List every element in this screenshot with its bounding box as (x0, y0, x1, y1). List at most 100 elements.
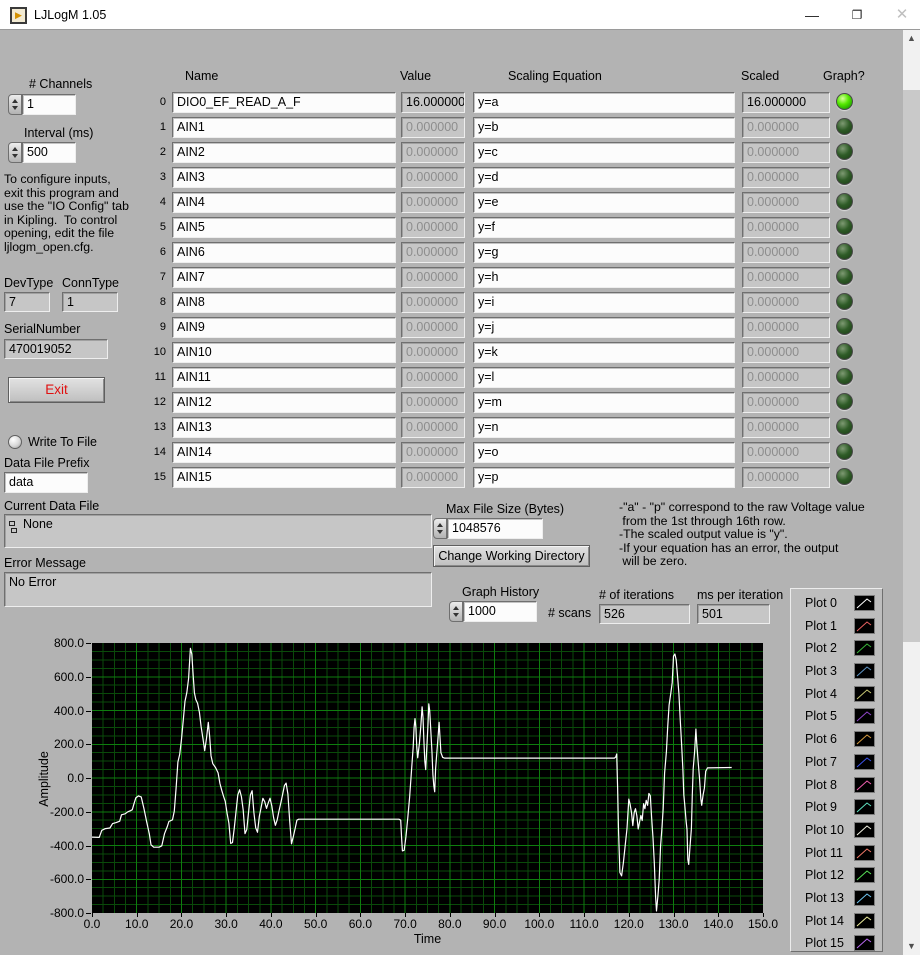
graph-led[interactable] (836, 268, 853, 285)
channel-name-input[interactable]: AIN7 (172, 267, 396, 288)
scaling-equation-input[interactable]: y=g (473, 242, 735, 263)
graph-led[interactable] (836, 193, 853, 210)
maximize-button[interactable]: ❐ (835, 0, 879, 30)
legend-item[interactable]: Plot 12 (791, 865, 882, 888)
channel-name-input[interactable]: AIN10 (172, 342, 396, 363)
scaling-equation-input[interactable]: y=n (473, 417, 735, 438)
channel-name-input[interactable]: AIN13 (172, 417, 396, 438)
max-file-size-stepper[interactable]: 1048576 (433, 518, 543, 539)
channel-name-input[interactable]: AIN15 (172, 467, 396, 488)
channel-name-input[interactable]: AIN4 (172, 192, 396, 213)
devtype-field[interactable]: 7 (4, 292, 50, 312)
write-to-file-radio[interactable] (8, 435, 22, 449)
graph-history-spinner-icon[interactable] (449, 601, 463, 622)
graph-led[interactable] (836, 343, 853, 360)
scaling-equation-input[interactable]: y=e (473, 192, 735, 213)
scaling-equation-input[interactable]: y=h (473, 267, 735, 288)
legend-item[interactable]: Plot 6 (791, 729, 882, 752)
window-scrollbar[interactable]: ▲ ▼ (903, 30, 920, 955)
channel-value-field: 0.000000 (401, 442, 465, 463)
graph-led[interactable] (836, 93, 853, 110)
channels-input[interactable]: 1 (22, 94, 76, 115)
legend-label: Plot 11 (805, 845, 843, 860)
serialnumber-field[interactable]: 470019052 (4, 339, 108, 359)
scroll-up-icon[interactable]: ▲ (903, 30, 920, 47)
scaling-equation-input[interactable]: y=j (473, 317, 735, 338)
path-icon[interactable] (9, 521, 18, 534)
scaling-equation-input[interactable]: y=i (473, 292, 735, 313)
graph-led[interactable] (836, 368, 853, 385)
x-axis-title: Time (413, 932, 442, 946)
legend-item[interactable]: Plot 11 (791, 843, 882, 866)
legend-line-swatch (854, 663, 875, 680)
scaled-value-field: 0.000000 (742, 417, 830, 438)
scaling-equation-input[interactable]: y=c (473, 142, 735, 163)
scaling-equation-input[interactable]: y=o (473, 442, 735, 463)
change-working-directory-button[interactable]: Change Working Directory (433, 545, 590, 567)
conntype-field[interactable]: 1 (62, 292, 118, 312)
scaling-equation-input[interactable]: y=f (473, 217, 735, 238)
data-file-prefix-input[interactable]: data (4, 472, 88, 493)
x-tick-label: 10.0 (125, 917, 149, 931)
legend-item[interactable]: Plot 3 (791, 661, 882, 684)
legend-item[interactable]: Plot 9 (791, 797, 882, 820)
exit-button[interactable]: Exit (8, 377, 105, 403)
legend-item[interactable]: Plot 2 (791, 638, 882, 661)
close-button[interactable]: ✕ (880, 0, 920, 30)
interval-input[interactable]: 500 (22, 142, 76, 163)
scaled-value-field: 0.000000 (742, 117, 830, 138)
channel-name-input[interactable]: AIN12 (172, 392, 396, 413)
scaling-equation-input[interactable]: y=b (473, 117, 735, 138)
channel-name-input[interactable]: AIN2 (172, 142, 396, 163)
scaling-equation-input[interactable]: y=d (473, 167, 735, 188)
channel-name-input[interactable]: DIO0_EF_READ_A_F (172, 92, 396, 113)
channel-name-input[interactable]: AIN6 (172, 242, 396, 263)
graph-led[interactable] (836, 418, 853, 435)
channel-name-input[interactable]: AIN8 (172, 292, 396, 313)
legend-item[interactable]: Plot 4 (791, 684, 882, 707)
scroll-down-icon[interactable]: ▼ (903, 938, 920, 955)
scaling-equation-input[interactable]: y=l (473, 367, 735, 388)
legend-item[interactable]: Plot 0 (791, 593, 882, 616)
graph-history-input[interactable]: 1000 (463, 601, 537, 622)
graph-led[interactable] (836, 168, 853, 185)
channel-name-input[interactable]: AIN14 (172, 442, 396, 463)
legend-item[interactable]: Plot 8 (791, 775, 882, 798)
graph-led[interactable] (836, 118, 853, 135)
legend-item[interactable]: Plot 1 (791, 616, 882, 639)
scaling-equation-input[interactable]: y=a (473, 92, 735, 113)
channel-name-input[interactable]: AIN3 (172, 167, 396, 188)
scaling-equation-input[interactable]: y=m (473, 392, 735, 413)
graph-led[interactable] (836, 143, 853, 160)
graph-led[interactable] (836, 468, 853, 485)
channel-name-input[interactable]: AIN1 (172, 117, 396, 138)
graph-led[interactable] (836, 218, 853, 235)
graph-history-stepper[interactable]: 1000 (449, 601, 537, 622)
channel-name-input[interactable]: AIN5 (172, 217, 396, 238)
graph-led[interactable] (836, 243, 853, 260)
legend-item[interactable]: Plot 10 (791, 820, 882, 843)
y-tick-label: 400.0 (53, 703, 84, 718)
legend-item[interactable]: Plot 5 (791, 706, 882, 729)
max-file-size-input[interactable]: 1048576 (447, 518, 543, 539)
graph-led[interactable] (836, 393, 853, 410)
scaling-equation-input[interactable]: y=p (473, 467, 735, 488)
graph-led[interactable] (836, 318, 853, 335)
max-file-size-spinner-icon[interactable] (433, 518, 447, 539)
channels-stepper[interactable]: 1 (8, 94, 76, 115)
interval-spinner-icon[interactable] (8, 142, 22, 163)
scaling-equation-input[interactable]: y=k (473, 342, 735, 363)
interval-stepper[interactable]: 500 (8, 142, 76, 163)
legend-item[interactable]: Plot 14 (791, 911, 882, 934)
minimize-button[interactable]: — (790, 0, 834, 30)
x-tick-mark (315, 913, 317, 917)
legend-item[interactable]: Plot 15 (791, 933, 882, 955)
legend-item[interactable]: Plot 13 (791, 888, 882, 911)
channel-name-input[interactable]: AIN11 (172, 367, 396, 388)
graph-led[interactable] (836, 293, 853, 310)
channel-name-input[interactable]: AIN9 (172, 317, 396, 338)
channels-spinner-icon[interactable] (8, 94, 22, 115)
scaled-value-field: 0.000000 (742, 242, 830, 263)
graph-led[interactable] (836, 443, 853, 460)
legend-item[interactable]: Plot 7 (791, 752, 882, 775)
